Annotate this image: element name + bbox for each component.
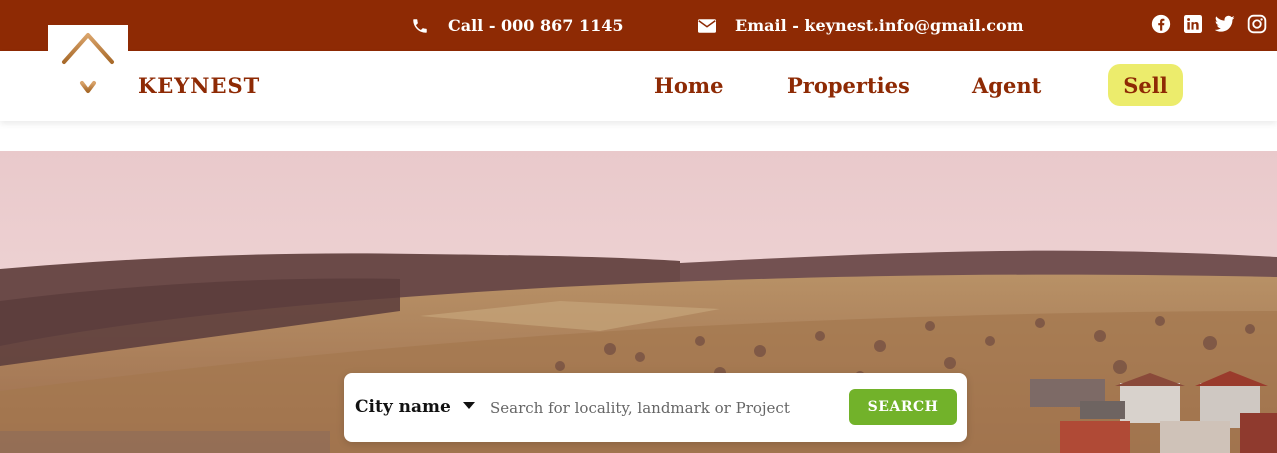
phone-icon xyxy=(408,17,432,35)
nav-home[interactable]: Home xyxy=(654,73,723,98)
envelope-icon xyxy=(695,17,719,35)
chevron-down-icon[interactable] xyxy=(463,402,475,409)
brand-name[interactable]: KEYNEST xyxy=(138,73,260,98)
facebook-icon[interactable] xyxy=(1151,14,1171,34)
email-contact[interactable]: Email - keynest.info@gmail.com xyxy=(695,0,1024,51)
search-input[interactable] xyxy=(486,393,844,423)
keynest-logo-icon xyxy=(62,33,114,93)
sell-button[interactable]: Sell xyxy=(1108,64,1183,106)
instagram-icon[interactable] xyxy=(1247,14,1267,34)
linkedin-icon[interactable] xyxy=(1183,14,1203,34)
city-select-label[interactable]: City name xyxy=(355,397,451,417)
logo[interactable] xyxy=(48,25,128,107)
top-bar: Call - 000 867 1145 Email - keynest.info… xyxy=(0,0,1277,51)
property-search-box: City name SEARCH xyxy=(344,373,967,442)
search-button[interactable]: SEARCH xyxy=(849,389,957,425)
twitter-icon[interactable] xyxy=(1215,14,1235,34)
call-contact[interactable]: Call - 000 867 1145 xyxy=(408,0,624,51)
social-links xyxy=(1151,14,1267,34)
call-text: Call - 000 867 1145 xyxy=(448,16,624,35)
nav-agent[interactable]: Agent xyxy=(972,73,1041,98)
email-text: Email - keynest.info@gmail.com xyxy=(735,16,1024,35)
nav-properties[interactable]: Properties xyxy=(787,73,910,98)
